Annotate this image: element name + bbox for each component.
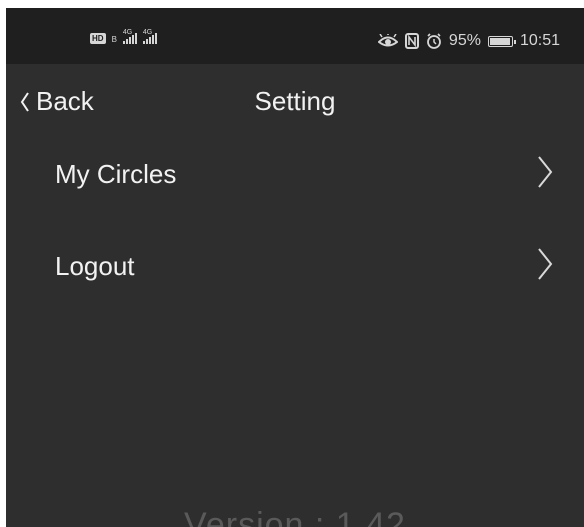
- battery-icon: [487, 35, 516, 47]
- alarm-icon: [427, 33, 441, 49]
- app-screen: HD B 4G 4G 95% 10:51 Back Setting My Cir…: [6, 8, 584, 527]
- network-type-label-1: 4G: [122, 29, 133, 36]
- signal-icon-2: 4G: [142, 29, 157, 44]
- clock: 10:51: [519, 32, 560, 49]
- battery-percent: 95%: [448, 32, 481, 49]
- page-title: Setting: [254, 86, 336, 116]
- b-icon: B: [111, 35, 117, 44]
- status-bar: HD B 4G 4G 95% 10:51: [6, 8, 584, 64]
- status-right-group: 95% 10:51: [377, 32, 560, 50]
- network-type-label-2: 4G: [142, 29, 153, 36]
- battery-fill: [489, 37, 510, 45]
- signal-icon-1: 4G: [122, 29, 137, 44]
- eye-comfort-icon: [377, 34, 398, 47]
- menu-item-label: My Circles: [55, 159, 177, 189]
- chevron-right-icon: [538, 156, 553, 188]
- status-left-group: HD B 4G 4G: [90, 29, 157, 44]
- hd-icon: HD: [90, 33, 106, 44]
- navigation-bar: Back Setting: [6, 64, 584, 132]
- menu-item-label: Logout: [55, 251, 135, 281]
- settings-menu: My Circles Logout: [6, 132, 584, 316]
- menu-item-logout[interactable]: Logout: [6, 224, 584, 316]
- chevron-right-icon: [538, 248, 553, 280]
- nfc-icon: [404, 33, 419, 49]
- menu-item-my-circles[interactable]: My Circles: [6, 132, 584, 224]
- version-text: Version : 1.42: [184, 506, 406, 527]
